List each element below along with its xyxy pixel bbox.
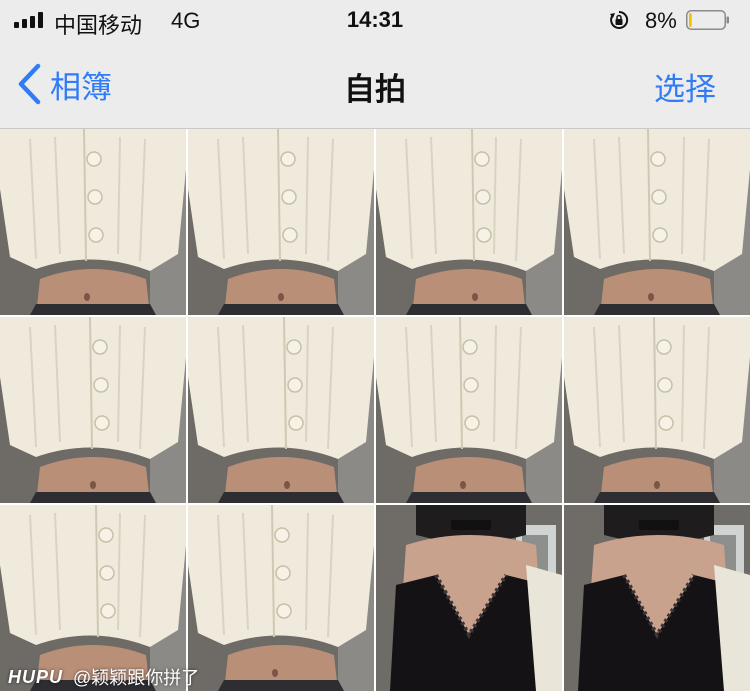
photo-thumbnail[interactable]: [376, 505, 562, 691]
status-time: 14:31: [346, 7, 404, 32]
watermark: HUPU @颖颖跟你拼了: [8, 664, 199, 690]
watermark-logo: HUPU: [8, 666, 64, 687]
photo-thumbnail[interactable]: [188, 129, 374, 315]
orientation-lock-icon: [610, 10, 629, 29]
photo-thumbnail[interactable]: [564, 129, 750, 315]
battery-level-fill: [689, 13, 692, 27]
photo-thumbnail[interactable]: [376, 129, 562, 315]
status-bar: 中国移动 4G 14:31 8%: [0, 0, 750, 40]
watermark-handle: @颖颖跟你拼了: [73, 668, 200, 688]
page-title: 自拍: [344, 72, 406, 107]
photo-thumbnail[interactable]: [188, 317, 374, 503]
photo-grid: [0, 129, 750, 691]
photo-thumbnail[interactable]: [376, 317, 562, 503]
battery-percent: 8%: [645, 8, 677, 33]
photo-thumbnail[interactable]: [564, 505, 750, 691]
photo-thumbnail[interactable]: [0, 129, 186, 315]
photo-thumbnail[interactable]: [188, 505, 374, 691]
battery-icon: [686, 10, 729, 30]
photo-thumbnail[interactable]: [0, 317, 186, 503]
navigation-bar: 相簿 自拍 选择: [0, 40, 750, 129]
photo-thumbnail[interactable]: [564, 317, 750, 503]
select-button[interactable]: 选择: [654, 64, 716, 109]
